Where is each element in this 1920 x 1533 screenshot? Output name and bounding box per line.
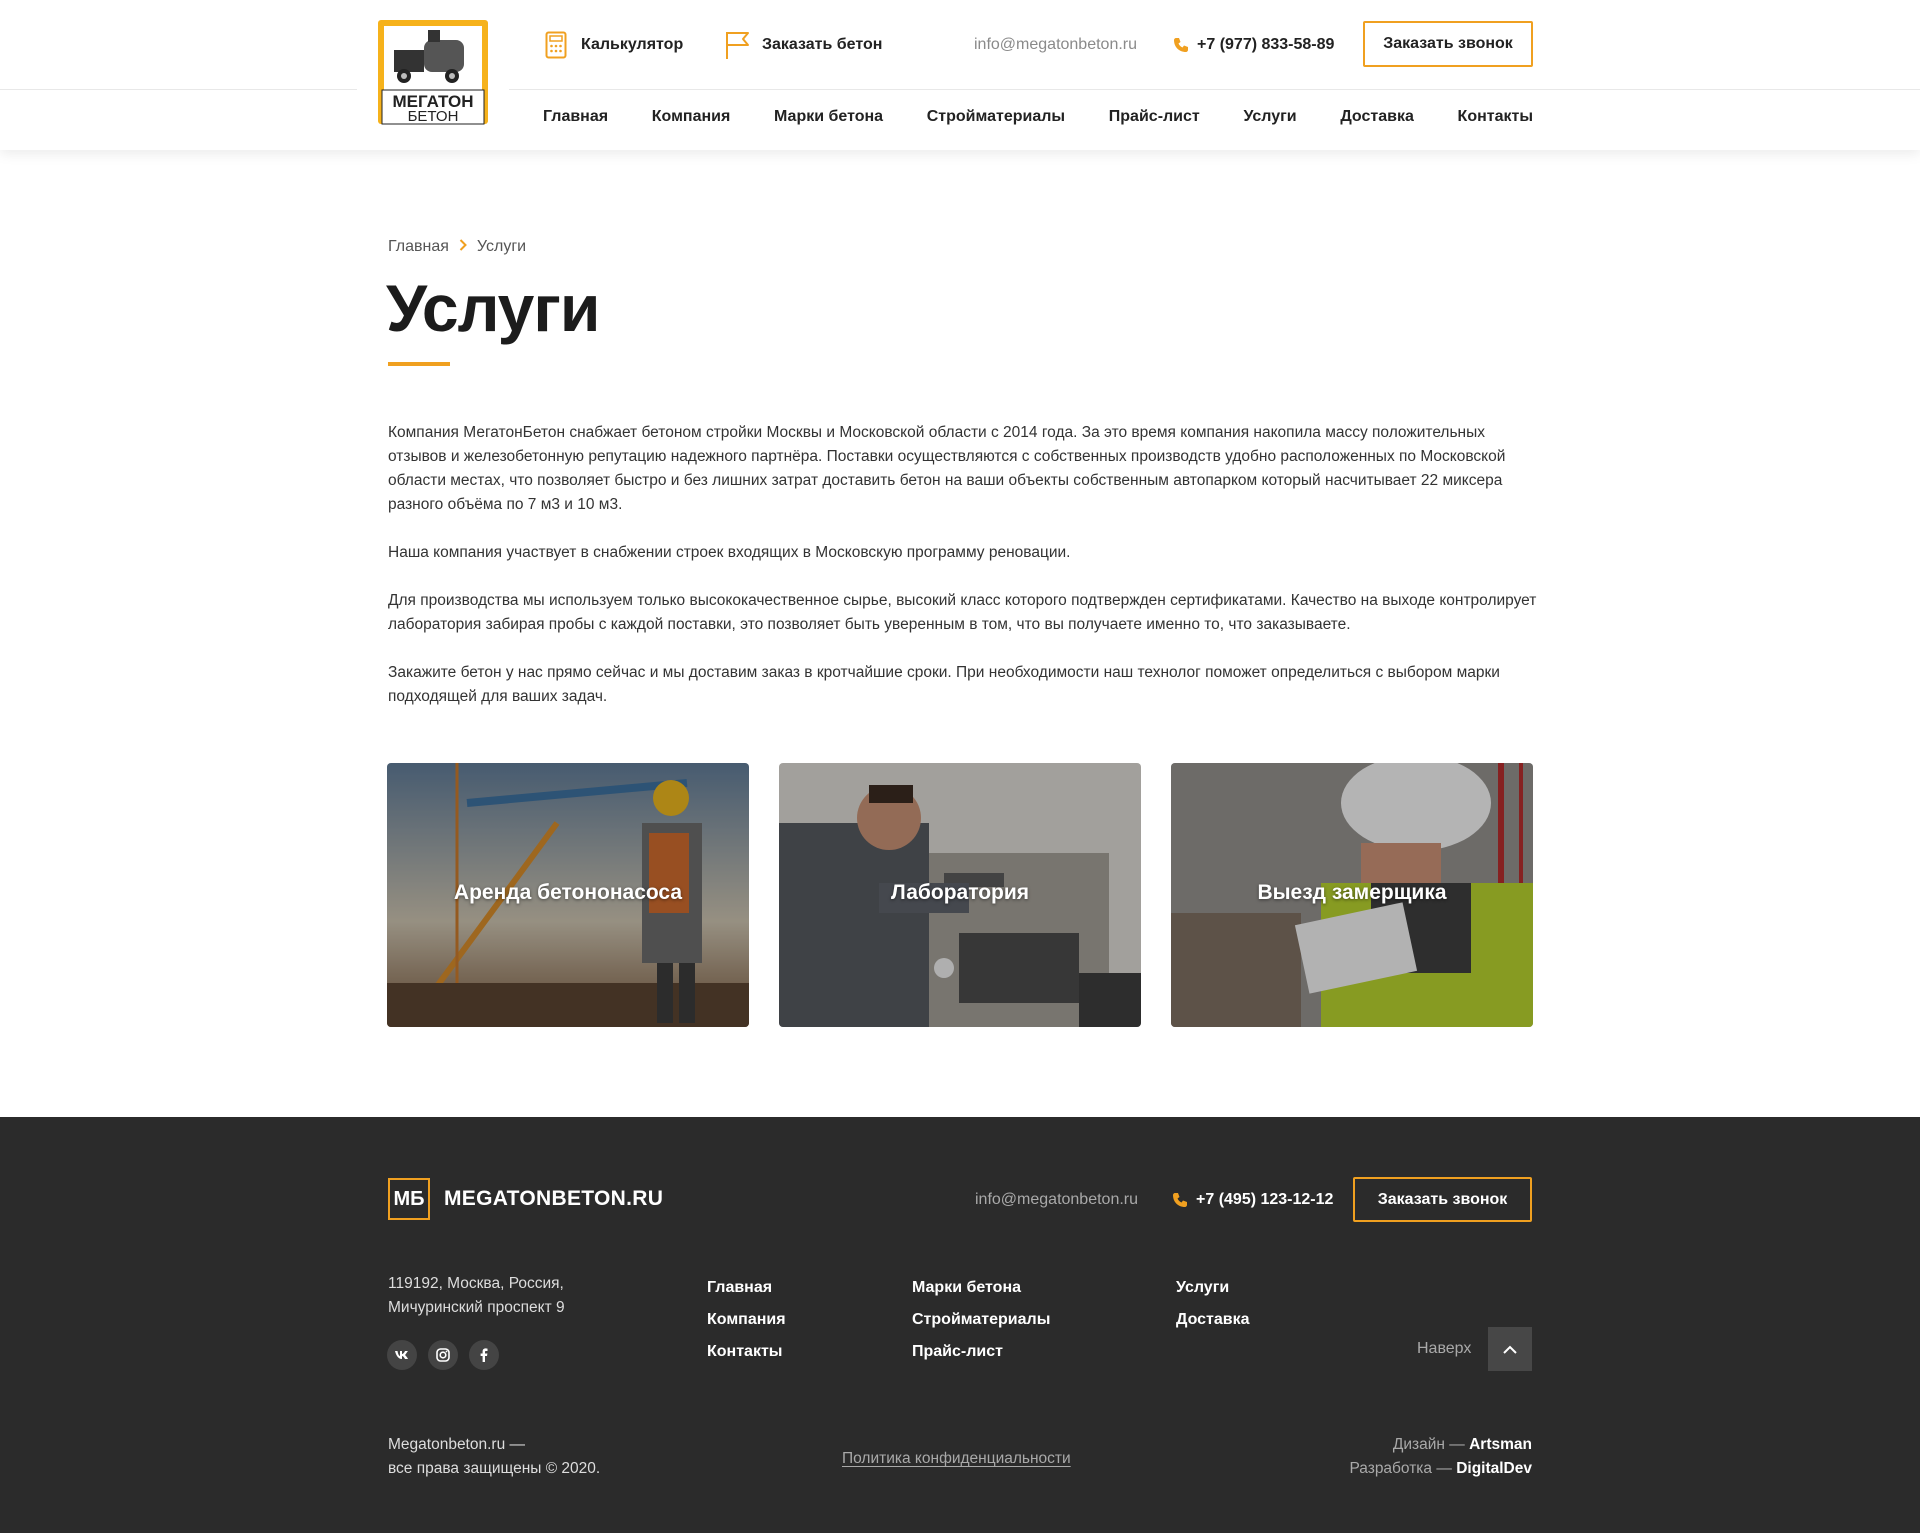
header-phone-number: +7 (977) 833-58-89 — [1197, 36, 1335, 53]
breadcrumb-current: Услуги — [476, 238, 527, 255]
address-line: 119192, Москва, Россия, — [388, 1275, 564, 1292]
chevron-right-icon — [459, 238, 467, 256]
nav-item-concrete-grades[interactable]: Марки бетона — [774, 108, 883, 126]
header-divider — [0, 89, 1920, 90]
intro-paragraph: Закажите бетон у нас прямо сейчас и мы д… — [388, 664, 1500, 705]
request-call-button[interactable]: Заказать звонок — [1363, 21, 1533, 67]
vk-icon[interactable] — [387, 1340, 417, 1370]
footer-link-building-materials[interactable]: Стройматериалы — [912, 1304, 1050, 1336]
footer-link-services[interactable]: Услуги — [1176, 1272, 1250, 1304]
footer-request-call-button[interactable]: Заказать звонок — [1353, 1177, 1532, 1222]
footer-link-price-list[interactable]: Прайс-лист — [912, 1336, 1050, 1368]
dev-label: Разработка — — [1349, 1460, 1452, 1477]
privacy-policy-link[interactable]: Политика конфиденциальности — [842, 1450, 1071, 1468]
footer-link-company[interactable]: Компания — [707, 1304, 786, 1336]
footer-nav-col: Главная Компания Контакты — [707, 1272, 786, 1368]
nav-item-delivery[interactable]: Доставка — [1340, 108, 1414, 126]
main-nav: Главная Компания Марки бетона Стройматер… — [543, 108, 1533, 126]
back-to-top-label[interactable]: Наверх — [1417, 1340, 1471, 1358]
service-card-label: Аренда бетононасоса — [453, 881, 683, 904]
title-underline — [388, 362, 450, 366]
footer-logo-mark: МБ — [388, 1178, 430, 1220]
nav-item-services[interactable]: Услуги — [1243, 108, 1296, 126]
flag-icon — [724, 30, 750, 60]
service-card-surveyor-visit[interactable]: Выезд замерщика — [1171, 763, 1533, 1027]
facebook-icon[interactable] — [469, 1340, 499, 1370]
nav-item-building-materials[interactable]: Стройматериалы — [927, 108, 1065, 126]
social-links — [387, 1340, 499, 1370]
breadcrumb: Главная Услуги — [388, 238, 526, 256]
chevron-up-icon — [1503, 1345, 1517, 1354]
site-footer: МБ MEGATONBETON.RU info@megatonbeton.ru … — [0, 1117, 1920, 1533]
intro-paragraph: Для производства мы используем только вы… — [388, 592, 1537, 633]
footer-email[interactable]: info@megatonbeton.ru — [975, 1191, 1138, 1209]
phone-icon — [1174, 38, 1188, 52]
calculator-link[interactable]: Калькулятор — [543, 28, 683, 62]
service-card-concrete-pump[interactable]: Аренда бетононасоса — [387, 763, 749, 1027]
footer-link-contacts[interactable]: Контакты — [707, 1336, 786, 1368]
nav-item-contacts[interactable]: Контакты — [1458, 108, 1533, 126]
site-header: МЕГАТОН БЕТОН Калькулятор Заказать бетон… — [0, 0, 1920, 150]
footer-nav-col: Услуги Доставка — [1176, 1272, 1250, 1336]
header-email[interactable]: info@megatonbeton.ru — [974, 36, 1137, 54]
calculator-icon — [543, 30, 569, 60]
nav-item-home[interactable]: Главная — [543, 108, 608, 126]
services-cards: Аренда бетононасоса Лаборатория Выезд за… — [387, 763, 1534, 1027]
design-label: Дизайн — — [1392, 1436, 1465, 1453]
order-concrete-link[interactable]: Заказать бетон — [724, 28, 882, 62]
calculator-label: Калькулятор — [581, 36, 684, 53]
megaton-logo-image: МЕГАТОН БЕТОН — [378, 20, 488, 125]
footer-logo[interactable]: МБ MEGATONBETON.RU — [388, 1178, 663, 1220]
dev-credit[interactable]: DigitalDev — [1456, 1460, 1532, 1477]
logo-line2: БЕТОН — [408, 108, 459, 125]
footer-link-home[interactable]: Главная — [707, 1272, 786, 1304]
order-concrete-label: Заказать бетон — [762, 36, 883, 53]
copyright: Megatonbeton.ru — все права защищены © 2… — [388, 1433, 600, 1481]
copyright-line: Megatonbeton.ru — — [388, 1436, 526, 1453]
footer-link-delivery[interactable]: Доставка — [1176, 1304, 1250, 1336]
phone-icon — [1173, 1193, 1187, 1207]
copyright-line: все права защищены © 2020. — [388, 1460, 601, 1477]
design-credit[interactable]: Artsman — [1469, 1436, 1532, 1453]
credits: Дизайн — Artsman Разработка — DigitalDev — [1349, 1433, 1532, 1481]
instagram-icon[interactable] — [428, 1340, 458, 1370]
site-logo[interactable]: МЕГАТОН БЕТОН — [357, 0, 509, 150]
footer-phone-number: +7 (495) 123-12-12 — [1196, 1191, 1334, 1208]
breadcrumb-home[interactable]: Главная — [388, 238, 449, 256]
footer-link-concrete-grades[interactable]: Марки бетона — [912, 1272, 1050, 1304]
intro-text: Компания МегатонБетон снабжает бетоном с… — [388, 421, 1538, 733]
footer-address: 119192, Москва, Россия, Мичуринский прос… — [388, 1272, 565, 1320]
nav-item-price-list[interactable]: Прайс-лист — [1109, 108, 1200, 126]
footer-nav-col: Марки бетона Стройматериалы Прайс-лист — [912, 1272, 1050, 1368]
intro-paragraph: Компания МегатонБетон снабжает бетоном с… — [388, 424, 1506, 513]
service-card-label: Лаборатория — [890, 881, 1030, 904]
nav-item-company[interactable]: Компания — [652, 108, 731, 126]
intro-paragraph: Наша компания участвует в снабжении стро… — [388, 544, 1071, 561]
footer-logo-text: MEGATONBETON.RU — [444, 1187, 664, 1210]
address-line: Мичуринский проспект 9 — [388, 1299, 565, 1316]
service-card-label: Выезд замерщика — [1257, 881, 1447, 904]
service-card-laboratory[interactable]: Лаборатория — [779, 763, 1141, 1027]
back-to-top-button[interactable] — [1488, 1327, 1532, 1371]
page-title: Услуги — [386, 271, 600, 345]
footer-phone[interactable]: +7 (495) 123-12-12 — [1172, 1191, 1333, 1209]
header-phone[interactable]: +7 (977) 833-58-89 — [1173, 36, 1334, 54]
